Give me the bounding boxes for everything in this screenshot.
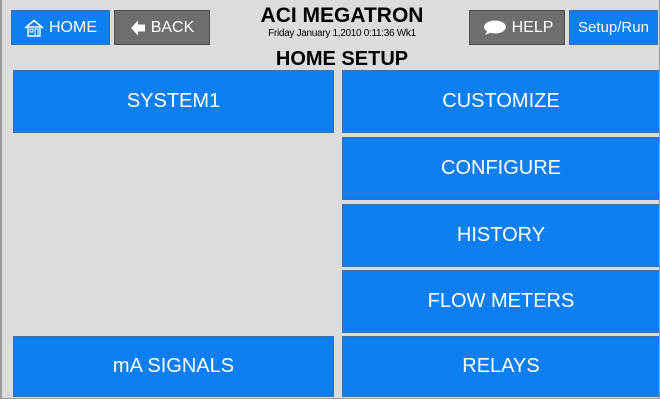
help-button-label: HELP: [511, 18, 554, 36]
history-button[interactable]: HISTORY: [342, 204, 659, 267]
back-button-label: BACK: [150, 18, 195, 36]
history-label: HISTORY: [456, 224, 546, 246]
timestamp: Friday January 1,2010 0:11:36 Wk1: [268, 28, 416, 39]
back-button[interactable]: BACK: [114, 10, 210, 45]
configure-button[interactable]: CONFIGURE: [342, 137, 659, 200]
ma-signals-button[interactable]: mA SIGNALS: [13, 336, 334, 397]
setup-run-label: Setup/Run: [578, 19, 649, 36]
hmi-screen: HOME BACK ACI MEGATRON Friday January 1,…: [0, 0, 660, 399]
customize-label: CUSTOMIZE: [442, 90, 560, 112]
app-title: ACI MEGATRON: [260, 4, 424, 27]
relays-button[interactable]: RELAYS: [342, 336, 659, 397]
system1-label: SYSTEM1: [126, 90, 221, 112]
customize-button[interactable]: CUSTOMIZE: [342, 70, 659, 133]
system1-button[interactable]: SYSTEM1: [13, 70, 334, 133]
screen-title: HOME SETUP: [275, 48, 409, 70]
speech-bubble-icon: [481, 19, 507, 37]
back-arrow-icon: [130, 19, 146, 37]
configure-label: CONFIGURE: [441, 157, 561, 179]
help-button[interactable]: HELP: [469, 10, 565, 45]
flow-meters-label: FLOW METERS: [427, 290, 575, 312]
relays-label: RELAYS: [462, 355, 540, 377]
flow-meters-button[interactable]: FLOW METERS: [342, 270, 659, 333]
home-button-label: HOME: [49, 18, 97, 36]
house-icon: [24, 18, 44, 37]
home-button[interactable]: HOME: [11, 10, 110, 45]
ma-signals-label: mA SIGNALS: [112, 355, 235, 377]
setup-run-button[interactable]: Setup/Run: [569, 10, 658, 45]
